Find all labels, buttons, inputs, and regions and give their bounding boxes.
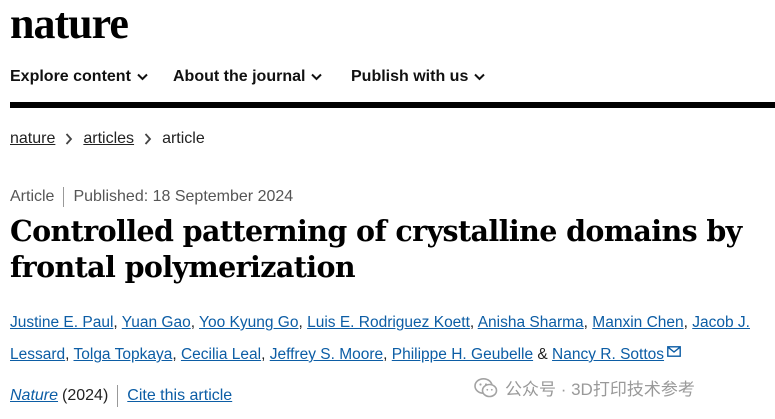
article-meta: Article Published: 18 September 2024	[10, 187, 293, 207]
chevron-down-icon	[137, 73, 148, 81]
cite-this-article-link[interactable]: Cite this article	[127, 387, 232, 405]
author-list: Justine E. Paul, Yuan Gao, Yoo Kyung Go,…	[10, 307, 765, 371]
author-separator: ,	[469, 314, 475, 331]
breadcrumb: nature articles article	[10, 130, 205, 148]
author-separator: ,	[172, 346, 177, 363]
author-separator: ,	[298, 314, 303, 331]
citation-line: Nature (2024) Cite this article	[10, 385, 232, 407]
nav-publish-with-us-label: Publish with us	[351, 68, 469, 85]
nav-about-the-journal-label: About the journal	[173, 68, 306, 85]
article-type: Article	[10, 188, 55, 205]
chevron-right-icon	[144, 133, 152, 145]
author-separator: ,	[261, 346, 266, 363]
author-separator: ,	[383, 346, 388, 363]
article-title: Controlled patterning of crystalline dom…	[10, 214, 742, 284]
breadcrumb-articles-link[interactable]: articles	[83, 130, 134, 148]
chevron-right-icon	[65, 133, 73, 145]
breadcrumb-current: article	[162, 130, 205, 147]
author-separator: ,	[683, 314, 688, 331]
author-link[interactable]: Cecilia Leal	[181, 346, 261, 363]
author-separator: ,	[190, 314, 196, 331]
meta-divider	[63, 187, 65, 207]
header-divider	[10, 102, 775, 108]
nav-explore-content-label: Explore content	[10, 68, 131, 85]
journal-link[interactable]: Nature	[10, 387, 58, 405]
published-date: Published: 18 September 2024	[73, 188, 294, 205]
author-link[interactable]: Luis E. Rodriguez Koett	[307, 314, 470, 331]
nav-explore-content[interactable]: Explore content	[10, 68, 148, 86]
wechat-watermark: 公众号 · 3D打印技术参考	[474, 375, 695, 400]
watermark-text: 公众号 · 3D打印技术参考	[505, 380, 695, 399]
main-nav: Explore content About the journal Publis…	[0, 60, 775, 100]
author-link[interactable]: Justine E. Paul	[10, 314, 113, 331]
nav-about-the-journal[interactable]: About the journal	[173, 68, 323, 86]
author-link[interactable]: Anisha Sharma	[478, 314, 584, 331]
author-link[interactable]: Philippe H. Geubelle	[392, 346, 533, 363]
author-link[interactable]: Nancy R. Sottos	[552, 346, 664, 363]
author-last-separator: &	[537, 346, 548, 363]
publication-year: (2024)	[62, 387, 109, 404]
author-link[interactable]: Yoo Kyung Go	[199, 314, 298, 331]
nav-publish-with-us[interactable]: Publish with us	[351, 68, 486, 86]
author-separator: ,	[583, 314, 588, 331]
author-link[interactable]: Tolga Topkaya	[74, 346, 173, 363]
email-icon[interactable]	[667, 346, 681, 357]
breadcrumb-home-link[interactable]: nature	[10, 130, 55, 148]
wechat-icon	[474, 377, 498, 397]
author-separator: ,	[113, 314, 118, 331]
chevron-down-icon	[474, 73, 486, 81]
author-link[interactable]: Jeffrey S. Moore	[270, 346, 383, 363]
chevron-down-icon	[311, 73, 323, 81]
citation-divider	[117, 385, 119, 407]
nature-logo[interactable]: nature	[10, 2, 129, 46]
author-link[interactable]: Yuan Gao	[122, 314, 191, 331]
author-link[interactable]: Manxin Chen	[592, 314, 683, 331]
author-separator: ,	[65, 346, 70, 363]
